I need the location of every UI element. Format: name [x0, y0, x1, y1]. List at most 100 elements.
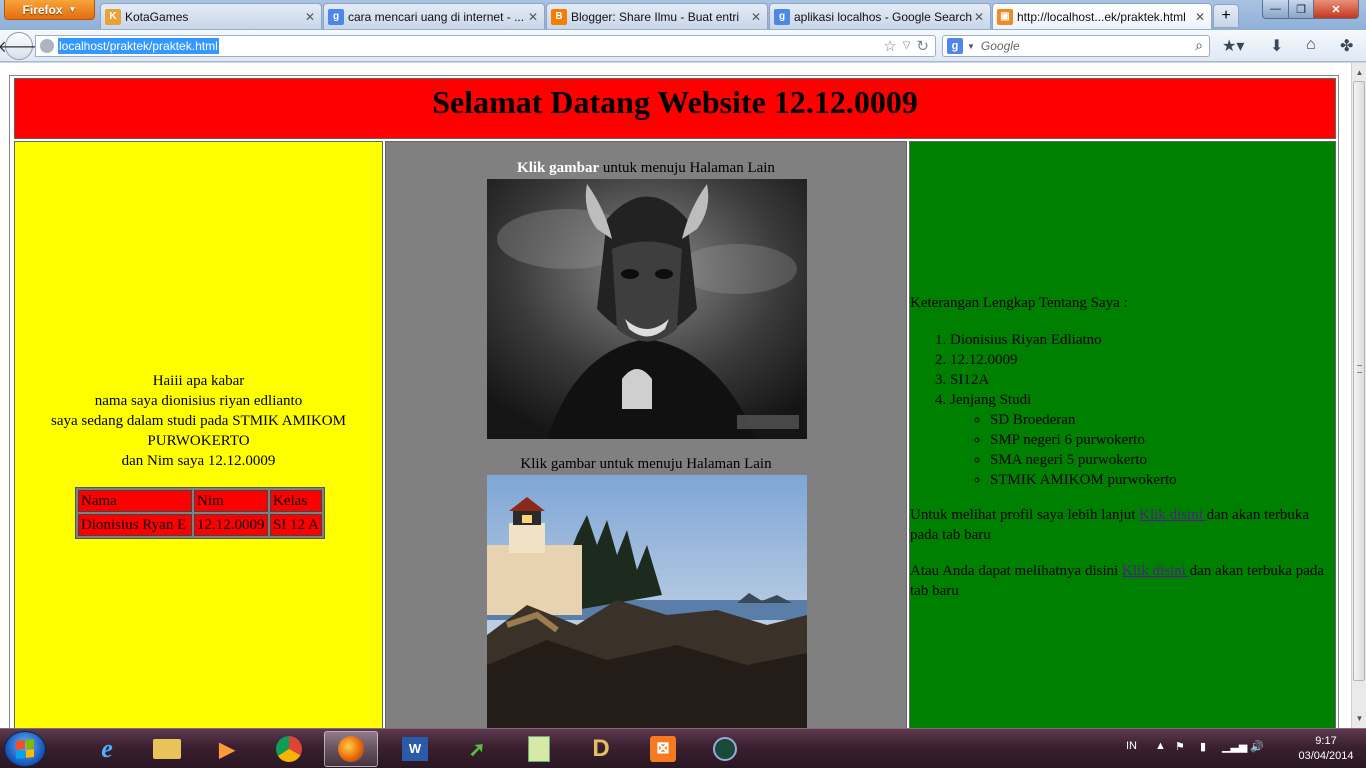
right-column: Keterangan Lengkap Tentang Saya : Dionis… [909, 141, 1336, 728]
history-dropdown-icon[interactable]: ▽ [903, 37, 911, 55]
page-title: Selamat Datang Website 12.12.0009 [432, 84, 918, 120]
masked-figure-image-link[interactable] [487, 179, 807, 439]
list-item: SMA negeri 5 purwokerto [990, 450, 1177, 470]
scrollbar-thumb[interactable] [1353, 81, 1365, 681]
intro-line: saya sedang dalam studi pada STMIK AMIKO… [51, 413, 346, 449]
kotagames-favicon-icon: K [105, 8, 121, 25]
maximize-window-button[interactable]: ❐ [1288, 0, 1314, 19]
close-icon[interactable]: ✕ [749, 10, 763, 24]
paragraph-text: Untuk melihat profil saya lebih lanjut [910, 507, 1140, 523]
intro-line: Haiii apa kabar [152, 373, 245, 389]
url-bar[interactable]: localhost/praktek/praktek.html ☆ ▽ ↻ [35, 35, 936, 57]
word-icon[interactable]: W [388, 731, 442, 767]
power-icon[interactable]: ▮ [1200, 740, 1206, 753]
volume-icon[interactable]: 🔊 [1250, 740, 1264, 753]
close-icon[interactable]: ✕ [1193, 10, 1207, 24]
show-hidden-icons-icon[interactable]: ▲ [1155, 740, 1166, 752]
chrome-icon[interactable] [262, 731, 316, 767]
lighthouse-image-link[interactable] [487, 475, 807, 728]
addon-icon[interactable]: ✤ [1340, 36, 1353, 56]
list-item: SD Broederan [990, 410, 1177, 430]
page-viewport: Selamat Datang Website 12.12.0009 Haiii … [0, 63, 1351, 728]
table-cell: 12.12.0009 [194, 514, 268, 536]
home-icon[interactable]: ⌂ [1306, 36, 1316, 54]
table-row: Dionisius Ryan E 12.12.0009 SI 12 A [78, 514, 322, 536]
profile-link[interactable]: Klik disini [1139, 507, 1207, 523]
game-app-icon[interactable]: D [574, 731, 628, 767]
chevron-down-icon: ▼ [68, 5, 77, 14]
clock-date: 03/04/2014 [1298, 750, 1354, 762]
table-cell: Dionisius Ryan E [78, 514, 192, 536]
alternate-link[interactable]: Klik disini [1122, 563, 1190, 579]
google-favicon-icon: g [774, 8, 790, 25]
bookmarks-menu-icon[interactable]: ★▾ [1222, 36, 1244, 56]
tab-label: Blogger: Share Ilmu - Buat entri [571, 9, 740, 24]
search-input[interactable]: Google [981, 39, 1020, 53]
intro-line: dan Nim saya 12.12.0009 [121, 453, 276, 469]
download-manager-icon[interactable]: ➚ [450, 731, 504, 767]
column-header-kelas: Kelas [270, 490, 322, 512]
reload-icon[interactable]: ↻ [916, 37, 929, 55]
search-bar[interactable]: g ▼ Google ⌕ [942, 35, 1210, 57]
list-item: Dionisius Riyan Edliatno [950, 330, 1177, 350]
column-header-nama: Nama [78, 490, 192, 512]
google-search-engine-icon[interactable]: g [947, 38, 963, 54]
list-item: SI12A [950, 370, 1177, 390]
downloads-icon[interactable]: ⬇ [1270, 36, 1283, 56]
column-header-nim: Nim [194, 490, 268, 512]
scroll-up-arrow-icon[interactable]: ▲ [1353, 65, 1366, 80]
back-button[interactable]: 🡐 [0, 32, 40, 60]
utility-app-icon[interactable] [698, 731, 752, 767]
media-player-icon[interactable]: ▶ [200, 731, 254, 767]
lighthouse-image [487, 475, 807, 728]
middle-column: Klik gambar untuk menuju Halaman Lain Kl… [385, 141, 907, 728]
bookmark-star-icon[interactable]: ☆ [883, 37, 896, 55]
globe-icon [40, 39, 54, 53]
education-sublist: SD Broederan SMP negeri 6 purwokerto SMA… [990, 410, 1177, 490]
plus-icon: + [1221, 7, 1231, 24]
start-button[interactable] [4, 731, 46, 767]
intro-text: Haiii apa kabar nama saya dionisius riya… [15, 371, 382, 471]
close-icon[interactable]: ✕ [526, 10, 540, 24]
paragraph-text: Atau Anda dapat melihatnya disini [910, 563, 1123, 579]
alternate-paragraph: Atau Anda dapat melihatnya disini Klik d… [910, 561, 1335, 601]
list-item-label: Jenjang Studi [950, 392, 1032, 408]
close-icon[interactable]: ✕ [972, 10, 986, 24]
tab-localhost-praktek[interactable]: ▣ http://localhost...ek/praktek.html ✕ [992, 3, 1212, 29]
student-table: Nama Nim Kelas Dionisius Ryan E 12.12.00… [75, 487, 325, 539]
vertical-scrollbar[interactable]: ▲ ▼ [1351, 63, 1366, 728]
magnifier-icon[interactable]: ⌕ [1195, 37, 1203, 54]
tab-kotagames[interactable]: K KotaGames ✕ [100, 3, 322, 29]
firefox-taskbar-icon[interactable] [324, 731, 378, 767]
file-explorer-icon[interactable] [140, 731, 194, 767]
new-tab-button[interactable]: + [1213, 4, 1239, 28]
xampp-icon[interactable]: ⊠ [636, 731, 690, 767]
list-item: SMP negeri 6 purwokerto [990, 430, 1177, 450]
close-icon[interactable]: ✕ [303, 10, 317, 24]
minimize-window-button[interactable]: — [1262, 0, 1289, 19]
table-cell: SI 12 A [270, 514, 322, 536]
table-header-row: Nama Nim Kelas [78, 490, 322, 512]
tab-label: KotaGames [125, 9, 189, 24]
internet-explorer-icon[interactable]: e [80, 731, 134, 767]
list-item: 12.12.0009 [950, 350, 1177, 370]
action-center-flag-icon[interactable]: ⚑ [1175, 740, 1185, 753]
network-signal-icon[interactable]: ▁▃▅ [1222, 740, 1247, 753]
url-text[interactable]: localhost/praktek/praktek.html [58, 38, 219, 54]
close-icon: ✕ [1331, 3, 1341, 16]
intro-line: nama saya dionisius riyan edlianto [94, 393, 303, 409]
tab-google-search-localhos[interactable]: g aplikasi localhos - Google Search ✕ [769, 3, 991, 29]
scroll-down-arrow-icon[interactable]: ▼ [1353, 711, 1366, 726]
system-clock[interactable]: 9:17 03/04/2014 [1296, 734, 1356, 764]
tab-blogger[interactable]: B Blogger: Share Ilmu - Buat entri ✕ [546, 3, 768, 29]
google-favicon-icon: g [328, 8, 344, 25]
localhost-favicon-icon: ▣ [997, 8, 1013, 25]
language-indicator[interactable]: IN [1126, 740, 1137, 752]
maximize-icon: ❐ [1296, 3, 1306, 16]
firefox-menu-label: Firefox [22, 2, 63, 17]
close-window-button[interactable]: ✕ [1313, 0, 1359, 19]
notepad-icon[interactable] [512, 731, 566, 767]
chevron-down-icon[interactable]: ▼ [967, 42, 975, 51]
firefox-menu-button[interactable]: Firefox ▼ [4, 0, 95, 20]
tab-google-search-uang[interactable]: g cara mencari uang di internet - ... ✕ [323, 3, 545, 29]
